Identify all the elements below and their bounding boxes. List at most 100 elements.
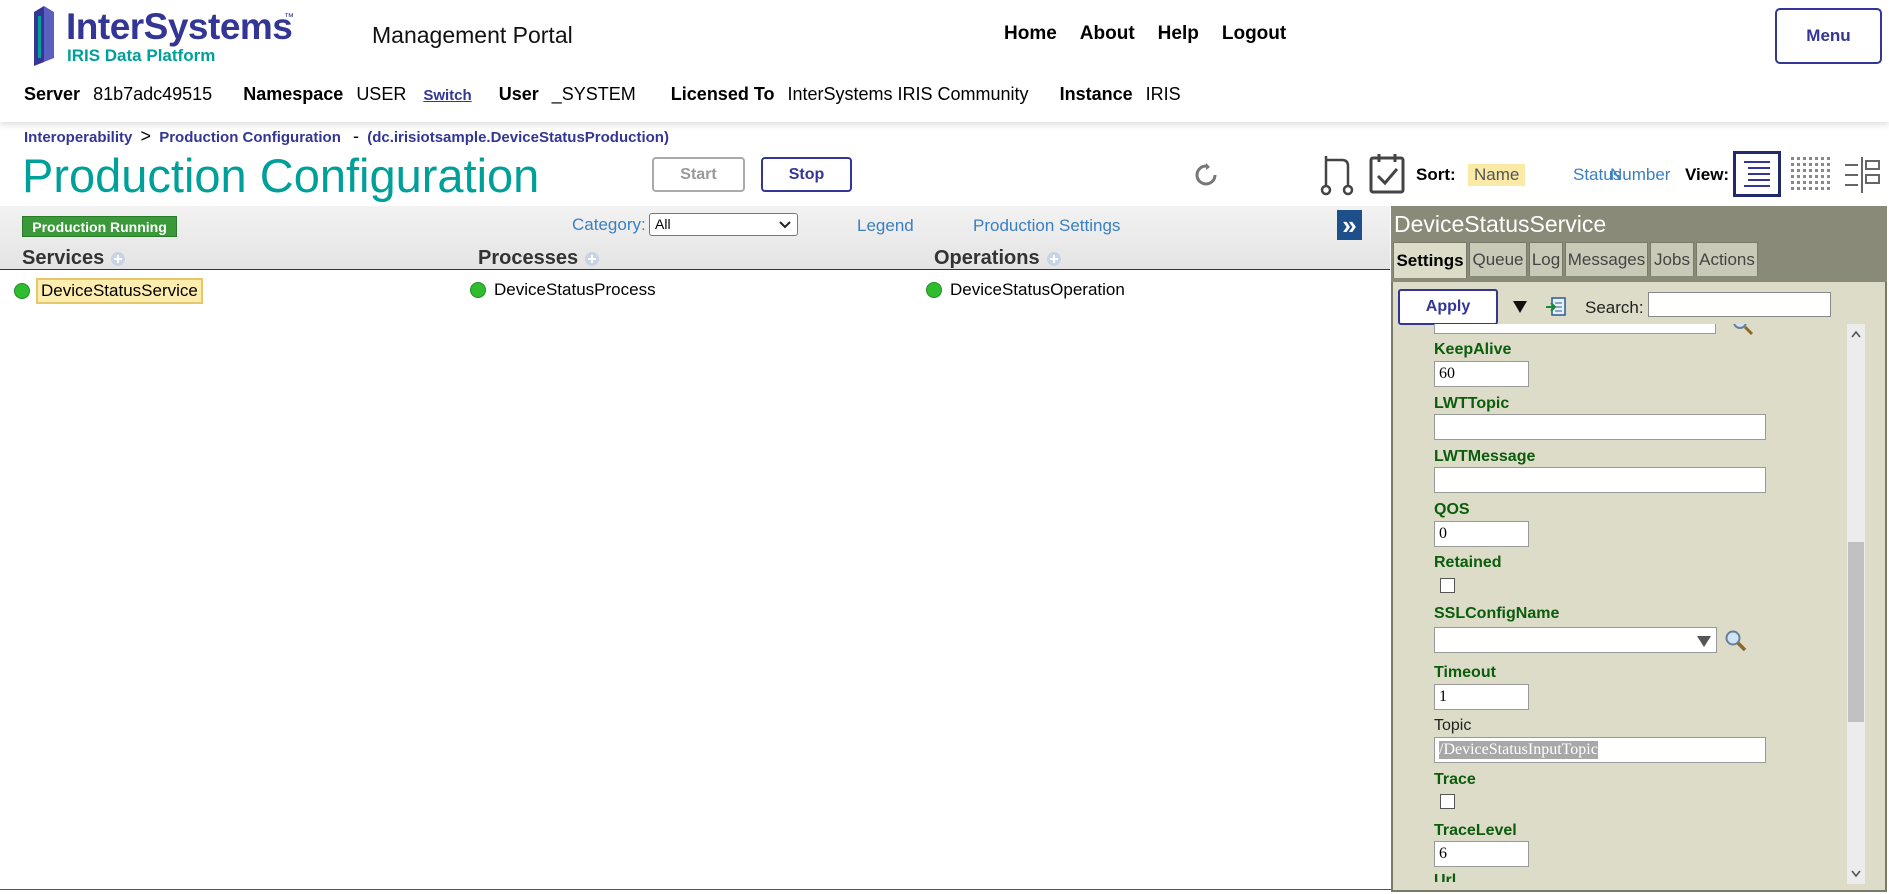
- qos-input[interactable]: 0: [1434, 521, 1529, 547]
- portal-title: Management Portal: [372, 22, 573, 48]
- sslconfigname-select[interactable]: [1434, 627, 1717, 653]
- namespace-value: USER: [356, 84, 407, 104]
- operation-item-label[interactable]: DeviceStatusOperation: [950, 280, 1125, 300]
- tab-messages[interactable]: Messages: [1565, 242, 1648, 276]
- service-item-label[interactable]: DeviceStatusService: [36, 278, 203, 304]
- service-item[interactable]: DeviceStatusService: [14, 278, 203, 304]
- services-column-header: Services: [22, 247, 126, 270]
- services-header-label: Services: [22, 247, 105, 269]
- sort-by-number[interactable]: Number: [1610, 165, 1670, 185]
- operations-column-header: Operations: [934, 247, 1062, 270]
- status-running-icon: [14, 283, 30, 299]
- stop-button[interactable]: Stop: [761, 157, 852, 192]
- lwttopic-input[interactable]: [1434, 414, 1766, 440]
- diagram-bottom-border: [0, 889, 1392, 890]
- tab-queue[interactable]: Queue: [1469, 242, 1527, 276]
- export-settings-icon[interactable]: [1545, 296, 1567, 318]
- panel-title-bar: DeviceStatusService: [1391, 206, 1887, 242]
- breadcrumb-separator: >: [140, 126, 152, 146]
- settings-scrollbar[interactable]: [1847, 324, 1865, 884]
- panel-tabs: Settings Queue Log Messages Jobs Actions: [1391, 242, 1887, 282]
- nav-help[interactable]: Help: [1158, 23, 1199, 47]
- view-list-button[interactable]: [1733, 151, 1781, 197]
- user-value: _SYSTEM: [551, 84, 636, 104]
- scroll-down-arrow-icon[interactable]: [1851, 870, 1861, 878]
- timeout-label: Timeout: [1434, 664, 1496, 681]
- url-label-clip: Url: [1434, 872, 1554, 882]
- tab-jobs[interactable]: Jobs: [1650, 242, 1694, 276]
- category-label: Category:: [572, 215, 646, 234]
- timeout-input[interactable]: 1: [1434, 684, 1529, 710]
- view-label: View:: [1685, 165, 1730, 184]
- topic-input[interactable]: /DeviceStatusInputTopic: [1434, 737, 1766, 763]
- grid-view-icon[interactable]: [1789, 155, 1831, 195]
- topic-input-selected-text: /DeviceStatusInputTopic: [1439, 741, 1598, 759]
- operation-item[interactable]: DeviceStatusOperation: [926, 280, 1125, 300]
- operations-header-label: Operations: [934, 247, 1040, 269]
- namespace-label: Namespace: [243, 84, 344, 104]
- magnifier-icon[interactable]: [1732, 324, 1754, 336]
- tab-settings[interactable]: Settings: [1393, 242, 1467, 278]
- split-view-icon[interactable]: [1842, 155, 1882, 195]
- tab-log[interactable]: Log: [1529, 242, 1563, 276]
- trace-checkbox[interactable]: [1440, 794, 1455, 809]
- category-select[interactable]: All: [649, 213, 798, 236]
- tracelevel-label: TraceLevel: [1434, 822, 1517, 839]
- legend-link[interactable]: Legend: [857, 216, 914, 236]
- breadcrumb-interoperability[interactable]: Interoperability: [24, 129, 132, 146]
- tracelevel-input[interactable]: 6: [1434, 841, 1529, 867]
- previous-field-input[interactable]: [1434, 324, 1716, 334]
- production-diagram-icon[interactable]: [1318, 152, 1356, 196]
- add-operation-icon[interactable]: [1046, 251, 1062, 267]
- header: InterSystems ™ IRIS Data Platform Manage…: [0, 0, 1889, 122]
- instance-label: Instance: [1059, 84, 1133, 104]
- apply-button[interactable]: Apply: [1398, 289, 1498, 325]
- scrollbar-thumb[interactable]: [1848, 542, 1864, 722]
- scroll-up-arrow-icon[interactable]: [1851, 330, 1861, 338]
- switch-namespace-link[interactable]: Switch: [423, 87, 471, 104]
- production-settings-link[interactable]: Production Settings: [973, 216, 1120, 236]
- lwtmessage-label: LWTMessage: [1434, 448, 1536, 465]
- keepalive-input[interactable]: 60: [1434, 361, 1529, 387]
- refresh-spinner-icon: [1195, 163, 1217, 186]
- sort-by-name[interactable]: Name: [1468, 164, 1526, 186]
- nav-about[interactable]: About: [1080, 23, 1135, 47]
- process-item-label[interactable]: DeviceStatusProcess: [494, 280, 656, 300]
- ssl-search-icon[interactable]: [1724, 629, 1748, 653]
- add-service-icon[interactable]: [110, 251, 126, 267]
- start-button[interactable]: Start: [652, 157, 745, 192]
- add-process-icon[interactable]: [584, 251, 600, 267]
- sort-label: Sort:: [1416, 165, 1456, 184]
- breadcrumb-production-configuration[interactable]: Production Configuration: [159, 129, 341, 146]
- page-title: Production Configuration: [22, 149, 540, 202]
- lwttopic-label: LWTTopic: [1434, 395, 1510, 412]
- expand-panel-button[interactable]: »: [1337, 210, 1362, 240]
- checklist-icon[interactable]: [1368, 152, 1406, 196]
- logo-mark-icon: [34, 6, 54, 66]
- logo-trademark: ™: [284, 12, 294, 23]
- processes-header-label: Processes: [478, 247, 579, 269]
- retained-label: Retained: [1434, 554, 1502, 571]
- settings-search-input[interactable]: [1648, 292, 1831, 317]
- retained-checkbox[interactable]: [1440, 578, 1455, 593]
- menu-button[interactable]: Menu: [1775, 8, 1882, 64]
- qos-label: QOS: [1434, 501, 1470, 518]
- server-value: 81b7adc49515: [93, 84, 213, 104]
- tab-actions[interactable]: Actions: [1696, 242, 1758, 276]
- lwtmessage-input[interactable]: [1434, 467, 1766, 493]
- expand-all-icon[interactable]: [1512, 299, 1528, 315]
- list-view-icon: [1744, 161, 1770, 187]
- nav-logout[interactable]: Logout: [1222, 23, 1286, 47]
- server-label: Server: [24, 84, 81, 104]
- top-nav: Home About Help Logout: [1004, 23, 1286, 47]
- intersystems-logo: InterSystems ™ IRIS Data Platform: [30, 4, 300, 66]
- production-status-badge: Production Running: [22, 216, 177, 237]
- status-running-icon: [470, 282, 486, 298]
- process-item[interactable]: DeviceStatusProcess: [470, 280, 656, 300]
- keepalive-label: KeepAlive: [1434, 341, 1512, 358]
- topic-label: Topic: [1434, 717, 1472, 734]
- nav-home[interactable]: Home: [1004, 23, 1057, 47]
- category-value: All: [655, 216, 671, 232]
- sslconfigname-label: SSLConfigName: [1434, 605, 1560, 622]
- breadcrumb-production-name: (dc.irisiotsample.DeviceStatusProduction…: [367, 129, 669, 146]
